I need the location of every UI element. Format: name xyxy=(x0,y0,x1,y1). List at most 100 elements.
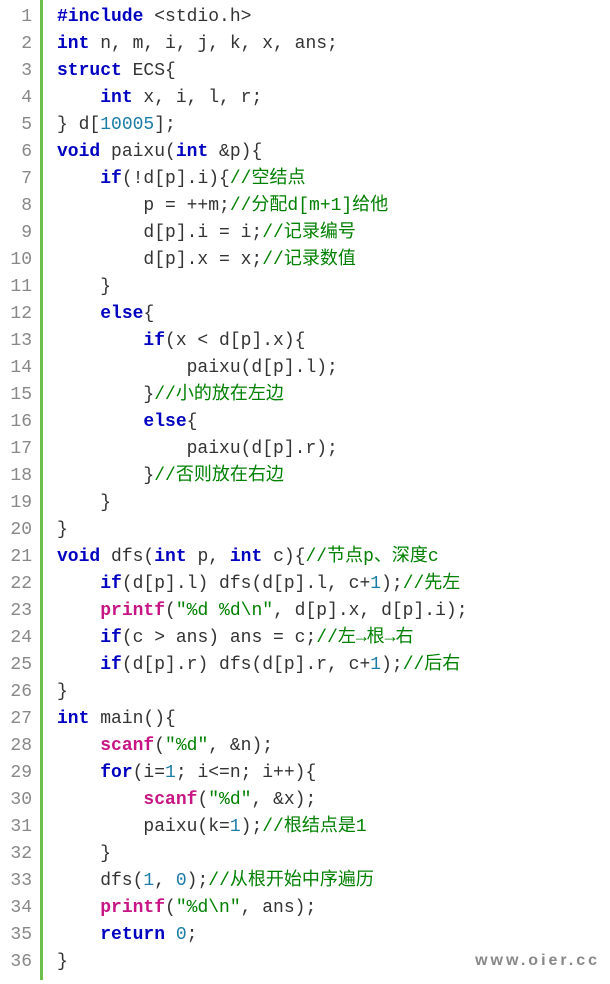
line-number: 1 xyxy=(6,4,32,31)
token: , xyxy=(154,871,176,891)
token: , d[p].x, d[p].i); xyxy=(273,601,467,621)
code-line: } xyxy=(57,679,468,706)
token-cmt: //根结点是1 xyxy=(262,817,366,837)
code-line: }//否则放在右边 xyxy=(57,463,468,490)
line-number: 27 xyxy=(6,706,32,733)
line-number: 7 xyxy=(6,166,32,193)
token-kw: struct xyxy=(57,61,122,81)
line-number: 2 xyxy=(6,31,32,58)
token-num: 1 xyxy=(143,871,154,891)
code-content: #include <stdio.h>int n, m, i, j, k, x, … xyxy=(43,0,468,980)
token: , ans); xyxy=(241,898,317,918)
token: (x < d[p].x){ xyxy=(165,331,305,351)
token-cmt: //先左 xyxy=(403,574,461,594)
token-num: 10005 xyxy=(100,115,154,135)
token: ( xyxy=(154,736,165,756)
token xyxy=(57,763,100,783)
token xyxy=(57,601,100,621)
code-line: paixu(d[p].r); xyxy=(57,436,468,463)
token: ); xyxy=(187,871,209,891)
token: dfs( xyxy=(100,547,154,567)
token-cmt: //从根开始中序遍历 xyxy=(208,871,374,891)
token: (d[p].l) dfs(d[p].l, c+ xyxy=(122,574,370,594)
line-number: 31 xyxy=(6,814,32,841)
code-line: paixu(d[p].l); xyxy=(57,355,468,382)
token-fn: scanf xyxy=(100,736,154,756)
code-line: else{ xyxy=(57,301,468,328)
code-line: } xyxy=(57,274,468,301)
token: , &x); xyxy=(251,790,316,810)
line-number: 22 xyxy=(6,571,32,598)
code-line: } xyxy=(57,949,468,976)
token-fn: printf xyxy=(100,898,165,918)
line-number: 15 xyxy=(6,382,32,409)
token xyxy=(57,88,100,108)
token-num: 1 xyxy=(230,817,241,837)
token: (d[p].r) dfs(d[p].r, c+ xyxy=(122,655,370,675)
line-number: 10 xyxy=(6,247,32,274)
line-number: 21 xyxy=(6,544,32,571)
token-kw: void xyxy=(57,142,100,162)
token-num: 0 xyxy=(176,925,187,945)
line-number: 29 xyxy=(6,760,32,787)
token-fn: scanf xyxy=(143,790,197,810)
code-line: if(!d[p].i){//空结点 xyxy=(57,166,468,193)
code-line: if(d[p].r) dfs(d[p].r, c+1);//后右 xyxy=(57,652,468,679)
token: (c > ans) ans = c; xyxy=(122,628,316,648)
code-line: } xyxy=(57,517,468,544)
token: } xyxy=(57,844,111,864)
code-line: else{ xyxy=(57,409,468,436)
code-line: int n, m, i, j, k, x, ans; xyxy=(57,31,468,58)
code-line: return 0; xyxy=(57,922,468,949)
token xyxy=(57,169,100,189)
token xyxy=(57,736,100,756)
token xyxy=(57,655,100,675)
code-line: }//小的放在左边 xyxy=(57,382,468,409)
line-number: 5 xyxy=(6,112,32,139)
token-cmt: //否则放在右边 xyxy=(154,466,284,486)
code-line: p = ++m;//分配d[m+1]给他 xyxy=(57,193,468,220)
line-number: 36 xyxy=(6,949,32,976)
token: n, m, i, j, k, x, ans; xyxy=(89,34,337,54)
token-num: 1 xyxy=(370,574,381,594)
token: dfs( xyxy=(57,871,143,891)
token: ( xyxy=(165,601,176,621)
token xyxy=(57,898,100,918)
token: &p){ xyxy=(208,142,262,162)
code-line: } d[10005]; xyxy=(57,112,468,139)
token: } xyxy=(57,520,68,540)
code-line: int main(){ xyxy=(57,706,468,733)
code-line: void dfs(int p, int c){//节点p、深度c xyxy=(57,544,468,571)
watermark-text: www.oier.cc xyxy=(475,947,600,974)
token: ); xyxy=(241,817,263,837)
token-kw: int xyxy=(57,34,89,54)
line-number: 6 xyxy=(6,139,32,166)
token: } xyxy=(57,466,154,486)
code-line: if(c > ans) ans = c;//左→根→右 xyxy=(57,625,468,652)
token-kw: else xyxy=(143,412,186,432)
token: } xyxy=(57,682,68,702)
token: } xyxy=(57,277,111,297)
token-str: "%d" xyxy=(165,736,208,756)
line-number: 24 xyxy=(6,625,32,652)
token-str: "%d\n" xyxy=(176,898,241,918)
line-number: 3 xyxy=(6,58,32,85)
token: ); xyxy=(381,655,403,675)
token: x, i, l, r; xyxy=(133,88,263,108)
token xyxy=(57,574,100,594)
line-number: 9 xyxy=(6,220,32,247)
token-str: "%d" xyxy=(208,790,251,810)
token-kw: void xyxy=(57,547,100,567)
token xyxy=(57,331,143,351)
token-cmt: //节点p、深度c xyxy=(305,547,438,567)
token-kw: int xyxy=(154,547,186,567)
token-cmt: //分配d[m+1]给他 xyxy=(230,196,388,216)
code-line: if(d[p].l) dfs(d[p].l, c+1);//先左 xyxy=(57,571,468,598)
token: , &n); xyxy=(208,736,273,756)
token: } xyxy=(57,493,111,513)
token-fn: printf xyxy=(100,601,165,621)
code-line: #include <stdio.h> xyxy=(57,4,468,31)
token-cmt: //后右 xyxy=(403,655,461,675)
code-line: printf("%d %d\n", d[p].x, d[p].i); xyxy=(57,598,468,625)
code-line: } xyxy=(57,490,468,517)
